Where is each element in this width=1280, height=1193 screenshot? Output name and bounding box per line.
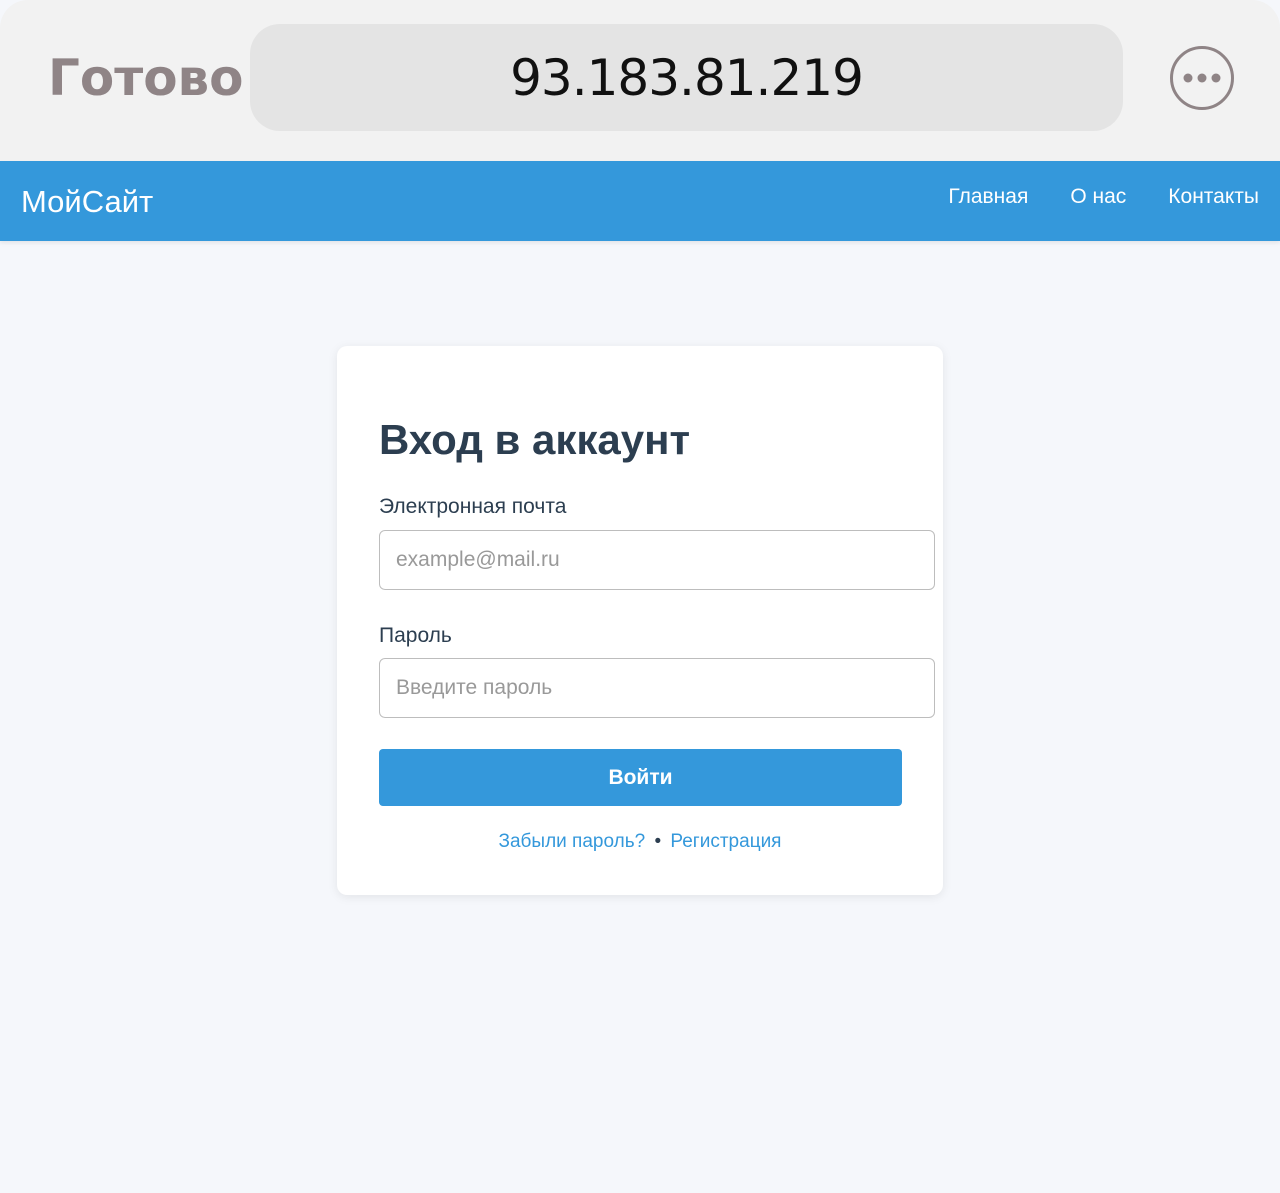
- forgot-password-link[interactable]: Забыли пароль?: [499, 831, 646, 852]
- email-label: Электронная почта: [379, 495, 567, 518]
- nav-link-about[interactable]: О нас: [1070, 185, 1126, 209]
- site-logo[interactable]: МойСайт: [21, 161, 153, 241]
- site-navbar: МойСайт Главная О нас Контакты: [0, 161, 1280, 241]
- password-label: Пароль: [379, 624, 452, 647]
- register-link[interactable]: Регистрация: [670, 831, 781, 852]
- ellipsis-icon: [1183, 73, 1221, 83]
- password-field[interactable]: [379, 658, 935, 718]
- nav-links: Главная О нас Контакты: [906, 161, 1259, 233]
- address-text: 93.183.81.219: [510, 48, 864, 107]
- auth-links: Забыли пароль? • Регистрация: [337, 831, 943, 853]
- more-options-button[interactable]: [1170, 46, 1234, 110]
- browser-toolbar: Готово 93.183.81.219: [0, 0, 1280, 161]
- nav-link-contacts[interactable]: Контакты: [1168, 185, 1259, 209]
- login-title: Вход в аккаунт: [379, 416, 691, 463]
- done-button[interactable]: Готово: [48, 48, 244, 108]
- nav-link-home[interactable]: Главная: [948, 185, 1028, 209]
- email-field[interactable]: [379, 530, 935, 590]
- login-button[interactable]: Войти: [379, 749, 902, 806]
- login-card: Вход в аккаунт Электронная почта Пароль …: [337, 346, 943, 895]
- link-separator: •: [654, 831, 662, 852]
- address-bar[interactable]: 93.183.81.219: [250, 24, 1123, 131]
